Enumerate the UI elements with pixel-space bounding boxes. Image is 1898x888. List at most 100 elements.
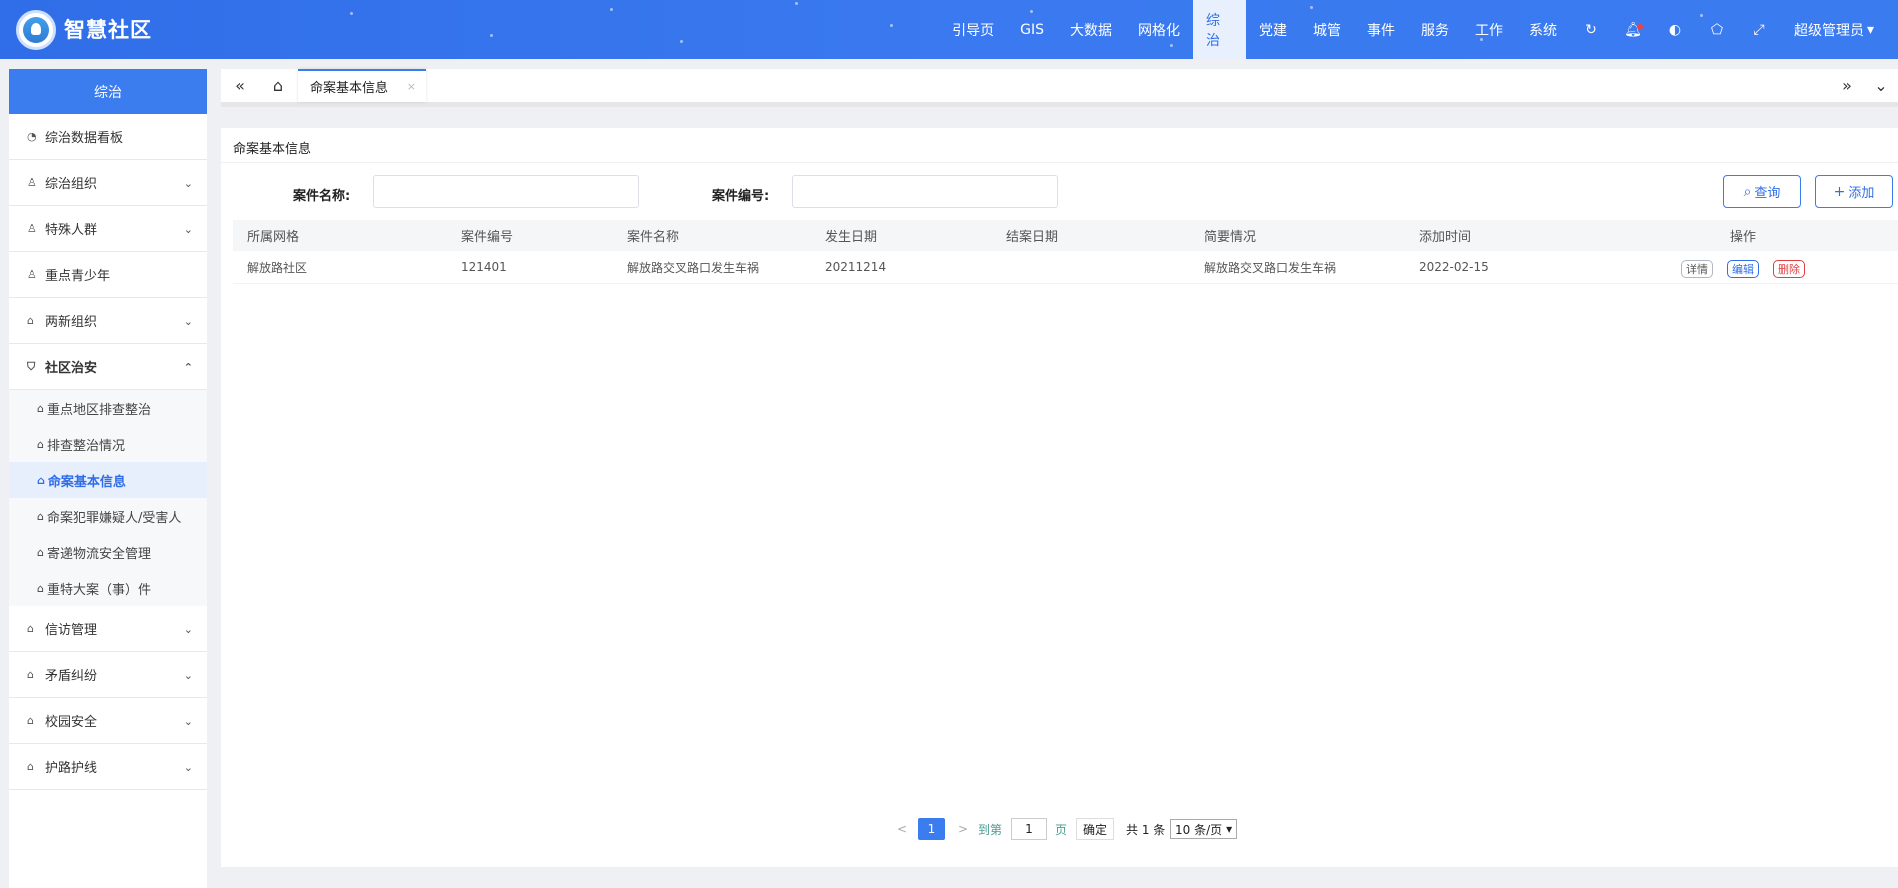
next-page-icon[interactable]: > — [958, 818, 968, 840]
sidebar-subitem-suspect[interactable]: ⌂ 命案犯罪嫌疑人/受害人 — [9, 498, 207, 534]
tab-case-info[interactable]: 命案基本信息 × — [298, 69, 426, 102]
home-icon: ⌂ — [37, 437, 44, 451]
chevron-down-icon: ⌄ — [183, 761, 193, 774]
cell-case-name: 解放路交叉路口发生车祸 — [627, 260, 760, 275]
chevron-down-icon: ⌄ — [183, 669, 193, 682]
delete-button[interactable]: 删除 — [1773, 260, 1805, 278]
case-table: 所属网格 案件编号 案件名称 发生日期 结案日期 简要情况 添加时间 操作 解放… — [233, 220, 1898, 284]
sidebar-subitem-major-case[interactable]: ⌂ 重特大案（事）件 — [9, 570, 207, 606]
home-icon: ⌂ — [27, 760, 34, 773]
col-actions: 操作 — [1730, 230, 1757, 245]
sidebar-item-dashboard[interactable]: ◔ 综治数据看板 — [9, 114, 207, 160]
fullscreen-icon[interactable]: ⤢ — [1738, 0, 1780, 59]
sidebar-subitem-key-area[interactable]: ⌂ 重点地区排查整治 — [9, 390, 207, 426]
case-name-label: 案件名称: — [293, 189, 351, 204]
logo — [16, 10, 56, 50]
col-occur-date: 发生日期 — [825, 230, 878, 245]
chevron-down-icon: ⌄ — [183, 223, 193, 236]
sidebar-submenu: ⌂ 重点地区排查整治 ⌂ 排查整治情况 ⌂ 命案基本信息 ⌂ 命案犯罪嫌疑人/受害人 ⌂… — [9, 390, 207, 606]
nav-bigdata[interactable]: 大数据 — [1057, 0, 1125, 59]
plus-icon: + — [1833, 183, 1846, 200]
search-icon: ⌕ — [1743, 183, 1752, 200]
home-icon: ⌂ — [27, 622, 34, 635]
tabs-scroll-left-icon[interactable]: « — [221, 69, 259, 102]
nav-event[interactable]: 事件 — [1354, 0, 1408, 59]
top-nav: 引导页 GIS 大数据 网格化 综治 党建 城管 事件 服务 工作 系统 ↻ 🔔… — [939, 0, 1898, 59]
home-icon: ⌂ — [27, 668, 34, 681]
page-title: 命案基本信息 — [233, 142, 312, 157]
sidebar-item-special[interactable]: ♙ 特殊人群 ⌄ — [9, 206, 207, 252]
col-summary: 简要情况 — [1204, 230, 1257, 245]
col-added-time: 添加时间 — [1419, 230, 1472, 245]
chevron-up-icon: ⌃ — [183, 361, 193, 374]
sidebar-item-petition[interactable]: ⌂ 信访管理 ⌄ — [9, 606, 207, 652]
sidebar-item-two-new[interactable]: ⌂ 两新组织 ⌄ — [9, 298, 207, 344]
cell-case-no: 121401 — [461, 260, 507, 274]
close-icon[interactable]: × — [407, 80, 416, 93]
nav-gis[interactable]: GIS — [1007, 0, 1057, 59]
sidebar-item-campus[interactable]: ⌂ 校园安全 ⌄ — [9, 698, 207, 744]
edit-button[interactable]: 编辑 — [1727, 260, 1759, 278]
page-size-select[interactable]: 10 条/页 ▾ — [1170, 819, 1238, 839]
nav-guide[interactable]: 引导页 — [939, 0, 1007, 59]
dashboard-icon: ◔ — [27, 130, 37, 143]
add-button[interactable]: + 添加 — [1815, 175, 1893, 208]
detail-button[interactable]: 详情 — [1681, 260, 1713, 278]
nav-system[interactable]: 系统 — [1516, 0, 1570, 59]
case-no-label: 案件编号: — [712, 189, 770, 204]
chevron-down-icon[interactable]: ⌄ — [1862, 69, 1898, 102]
home-icon: ⌂ — [37, 401, 44, 415]
case-name-input[interactable] — [373, 175, 639, 208]
sidebar-item-dispute[interactable]: ⌂ 矛盾纠纷 ⌄ — [9, 652, 207, 698]
top-header: 智慧社区 引导页 GIS 大数据 网格化 综治 党建 城管 事件 服务 工作 系… — [0, 0, 1898, 59]
user-menu[interactable]: 超级管理员 ▾ — [1780, 0, 1898, 59]
table-row: 解放路社区 121401 解放路交叉路口发生车祸 20211214 解放路交叉路… — [233, 251, 1898, 284]
sidebar-title: 综治 — [9, 69, 207, 114]
user-icon: ♙ — [27, 268, 37, 281]
sidebar-item-youth[interactable]: ♙ 重点青少年 — [9, 252, 207, 298]
cell-occur-date: 20211214 — [825, 260, 887, 274]
page-label: 页 — [1055, 822, 1068, 837]
cell-summary: 解放路交叉路口发生车祸 — [1204, 260, 1337, 275]
home-icon[interactable]: ⌂ — [259, 69, 297, 102]
sidebar-subitem-check[interactable]: ⌂ 排查整治情况 — [9, 426, 207, 462]
col-close-date: 结案日期 — [1006, 230, 1059, 245]
nav-service[interactable]: 服务 — [1408, 0, 1462, 59]
sidebar-subitem-logistics[interactable]: ⌂ 寄递物流安全管理 — [9, 534, 207, 570]
sidebar-item-security[interactable]: ⛉ 社区治安 ⌃ — [9, 344, 207, 390]
col-case-name: 案件名称 — [627, 230, 680, 245]
pagination: < 1 > 到第 1 页 确定 共 1 条 10 条/页 ▾ — [221, 818, 1898, 842]
chevron-down-icon: ▾ — [1866, 21, 1874, 38]
divider — [221, 162, 1898, 163]
page-1[interactable]: 1 — [918, 818, 945, 840]
home-icon: ⌂ — [37, 509, 44, 523]
goto-page-input[interactable]: 1 — [1011, 818, 1047, 840]
chevron-down-icon: ⌄ — [183, 623, 193, 636]
confirm-button[interactable]: 确定 — [1076, 818, 1115, 840]
search-button[interactable]: ⌕ 查询 — [1723, 175, 1801, 208]
cell-grid: 解放路社区 — [247, 260, 308, 275]
main-content: 命案基本信息 案件名称: 案件编号: ⌕ 查询 + 添加 所属网格 案件编号 案件名… — [221, 128, 1898, 867]
home-icon: ⌂ — [27, 314, 34, 327]
prev-page-icon[interactable]: < — [897, 818, 907, 840]
refresh-icon[interactable]: ↻ — [1570, 0, 1612, 59]
user-icon: ♙ — [27, 176, 37, 189]
shield-icon: ⛉ — [27, 359, 36, 373]
tag-icon[interactable]: ⬠ — [1696, 0, 1738, 59]
sidebar-subitem-case-info[interactable]: ⌂ 命案基本信息 — [9, 462, 207, 498]
nav-party[interactable]: 党建 — [1246, 0, 1300, 59]
nav-urban[interactable]: 城管 — [1300, 0, 1354, 59]
nav-grid[interactable]: 网格化 — [1125, 0, 1193, 59]
nav-work[interactable]: 工作 — [1462, 0, 1516, 59]
palette-icon[interactable]: ◐ — [1654, 0, 1696, 59]
nav-zongzhi[interactable]: 综治 — [1192, 0, 1246, 59]
cell-added-time: 2022-02-15 — [1419, 260, 1489, 274]
home-icon: ⌂ — [37, 473, 45, 487]
sidebar-item-org[interactable]: ♙ 综治组织 ⌄ — [9, 160, 207, 206]
case-no-input[interactable] — [792, 175, 1058, 208]
tabs-scroll-right-icon[interactable]: » — [1828, 69, 1866, 102]
sidebar-item-road[interactable]: ⌂ 护路护线 ⌄ — [9, 744, 207, 790]
bell-icon[interactable]: 🔔︎ — [1612, 0, 1654, 59]
chevron-down-icon: ⌄ — [183, 715, 193, 728]
brand-title: 智慧社区 — [64, 18, 152, 42]
